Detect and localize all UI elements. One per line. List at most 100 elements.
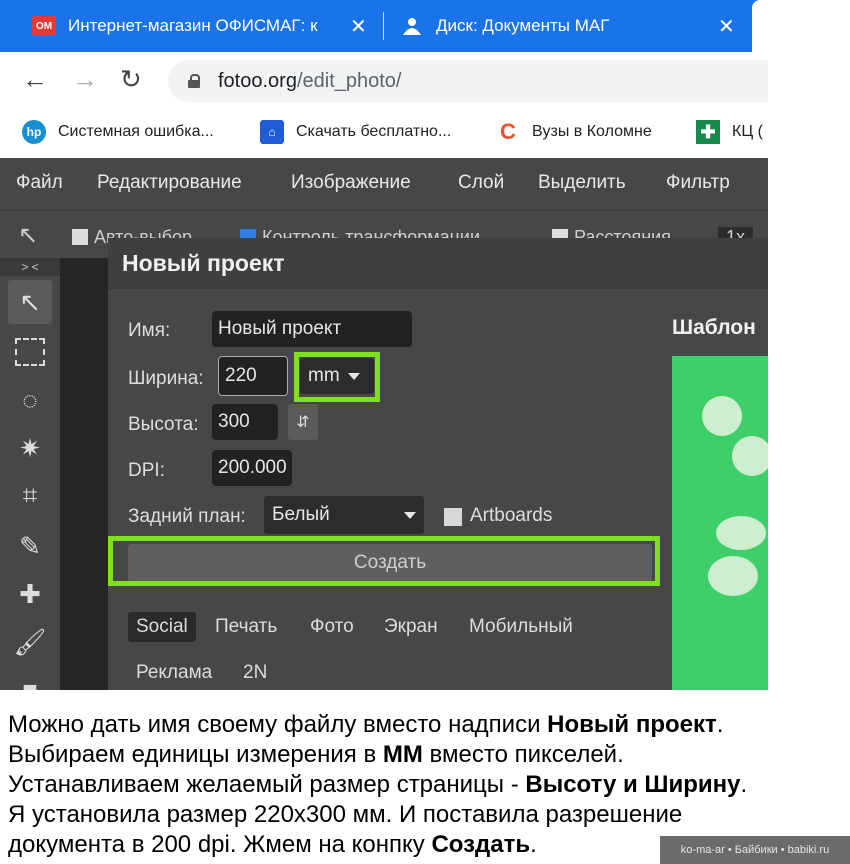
caption-line: Устанавливаем желаемый размер страницы -…	[8, 770, 850, 800]
url-text: fotoo.org/edit_photo/	[218, 70, 401, 93]
dpi-input[interactable]: 200.000	[212, 450, 292, 486]
menu-filter[interactable]: Фильтр	[666, 172, 730, 194]
app-menubar: Файл Редактирование Изображение Слой Выд…	[0, 158, 768, 210]
width-label: Ширина:	[128, 368, 204, 389]
new-project-dialog: Новый проект Имя: Новый проект Ширина: 2…	[108, 238, 768, 690]
caption-line: Выбираем единицы измерения в ММ вместо п…	[8, 740, 850, 770]
url-host: fotoo.org	[218, 69, 297, 92]
height-label: Высота:	[128, 414, 199, 435]
height-input[interactable]: 300	[212, 404, 278, 440]
caption-text: Можно дать имя своему файлу вместо надпи…	[8, 711, 548, 738]
background-label: Задний план:	[128, 506, 246, 527]
unit-highlight	[294, 352, 380, 402]
caption-text: Устанавливаем желаемый размер страницы -	[8, 771, 526, 798]
hp-icon: hp	[22, 120, 46, 144]
tab-photo[interactable]: Фото	[310, 616, 354, 638]
preview-shape	[708, 556, 758, 596]
bookmark-item[interactable]: C Вузы в Коломне	[496, 119, 652, 144]
tab-ads[interactable]: Реклама	[136, 662, 212, 684]
bookmark-label: Системная ошибка...	[58, 123, 214, 140]
download-icon: ⌂	[260, 120, 284, 144]
back-icon[interactable]: ←	[22, 66, 48, 92]
width-input[interactable]: 220	[218, 356, 288, 396]
caption-line: Можно дать имя своему файлу вместо надпи…	[8, 710, 850, 740]
eraser-tool-icon[interactable]: ■	[8, 668, 52, 691]
caption-line: Я установила размер 220х300 мм. И постав…	[8, 801, 683, 828]
chevron-down-icon	[404, 511, 416, 519]
reload-icon[interactable]: ↻	[120, 66, 142, 92]
magic-wand-icon[interactable]: ✷	[8, 426, 52, 470]
bookmark-item[interactable]: ⌂ Скачать бесплатно...	[260, 120, 451, 144]
caption-text: документа в 200 dpi. Жмем на конпку	[8, 831, 432, 858]
tools-panel: > < ↖ ◌ ✷ ⌗ ✎ ✚ 🖌 ■	[0, 258, 60, 690]
preview-shape	[716, 516, 766, 550]
bookmark-label: Скачать бесплатно...	[296, 123, 452, 140]
checkbox-icon	[72, 229, 88, 245]
artboards-checkbox[interactable]	[444, 508, 462, 526]
forward-icon[interactable]: →	[72, 66, 98, 92]
artboards-label: Artboards	[470, 505, 553, 526]
url-path: /edit_photo/	[296, 69, 402, 92]
tab-title: Интернет-магазин ОФИСМАГ: к	[68, 16, 318, 35]
move-tool-icon[interactable]: ↖	[8, 280, 52, 324]
background-value: Белый	[272, 504, 330, 525]
tab-mobile[interactable]: Мобильный	[469, 616, 573, 638]
bookmark-item[interactable]: ✚ КЦ (	[696, 120, 763, 144]
caption-bold: Новый проект	[547, 711, 717, 738]
swap-dimensions-icon[interactable]: ⇵	[288, 404, 318, 440]
template-preview[interactable]	[672, 356, 768, 690]
dpi-label: DPI:	[128, 460, 165, 481]
tab-screen[interactable]: Экран	[384, 616, 438, 638]
caption-text: Выбираем единицы измерения в	[8, 741, 383, 768]
active-tab-edge	[752, 0, 768, 52]
officemag-favicon: ОМ	[32, 16, 56, 36]
crop-tool-icon[interactable]: ⌗	[8, 474, 52, 518]
tab-print[interactable]: Печать	[215, 616, 277, 638]
menu-edit[interactable]: Редактирование	[97, 172, 242, 194]
name-label: Имя:	[128, 320, 171, 341]
url-field[interactable]: fotoo.org/edit_photo/	[168, 60, 768, 102]
tab-divider	[383, 12, 384, 40]
tab-officemag[interactable]: ОМ Интернет-магазин ОФИСМАГ: к ✕	[32, 0, 372, 52]
disk-icon	[400, 16, 424, 36]
move-tool-icon[interactable]: ↖	[18, 221, 38, 250]
lasso-tool-icon[interactable]: ◌	[8, 378, 52, 422]
dialog-title: Новый проект	[122, 250, 285, 276]
caption-text: .	[716, 711, 724, 738]
caption-bold: Создать	[431, 831, 531, 858]
caption-text: .	[530, 831, 537, 858]
name-input[interactable]: Новый проект	[212, 311, 412, 347]
bookmark-label: Вузы в Коломне	[532, 123, 652, 140]
bookmark-item[interactable]: hp Системная ошибка...	[22, 120, 214, 144]
eyedropper-icon[interactable]: ✎	[8, 524, 52, 568]
close-icon[interactable]: ✕	[350, 14, 367, 39]
canvas-area	[60, 258, 108, 690]
create-highlight	[108, 536, 660, 586]
green-cross-icon: ✚	[696, 120, 720, 144]
healing-tool-icon[interactable]: ✚	[8, 572, 52, 616]
menu-layer[interactable]: Слой	[458, 172, 504, 194]
menu-file[interactable]: Файл	[16, 172, 63, 194]
close-icon[interactable]: ✕	[718, 14, 735, 39]
preview-shape	[702, 396, 742, 436]
browser-screenshot: ОМ Интернет-магазин ОФИСМАГ: к ✕ Диск: Д…	[0, 0, 768, 690]
collapse-toggle[interactable]: > <	[0, 258, 60, 276]
caption-bold: ММ	[382, 741, 423, 768]
menu-select[interactable]: Выделить	[538, 172, 626, 194]
marquee-tool-icon[interactable]	[8, 330, 52, 374]
watermark: ko-ma-ar • Байбики • babiki.ru	[660, 836, 850, 864]
caption-bold: Высоту и Ширину	[525, 771, 741, 798]
bookmark-label: КЦ (	[732, 123, 763, 140]
brush-tool-icon[interactable]: 🖌	[8, 620, 52, 664]
tab-social[interactable]: Social	[128, 612, 196, 642]
tab-disk[interactable]: Диск: Документы МАГ ✕	[400, 0, 745, 52]
c-logo-icon: C	[500, 119, 516, 144]
menu-image[interactable]: Изображение	[291, 172, 411, 194]
tab-2n[interactable]: 2N	[243, 662, 267, 684]
preview-shape	[732, 436, 768, 476]
background-select[interactable]: Белый	[264, 496, 424, 534]
bookmarks-bar: hp Системная ошибка... ⌂ Скачать бесплат…	[0, 108, 768, 159]
tab-title: Диск: Документы МАГ	[436, 16, 610, 35]
caption-text: .	[740, 771, 748, 798]
lock-icon	[188, 74, 200, 88]
